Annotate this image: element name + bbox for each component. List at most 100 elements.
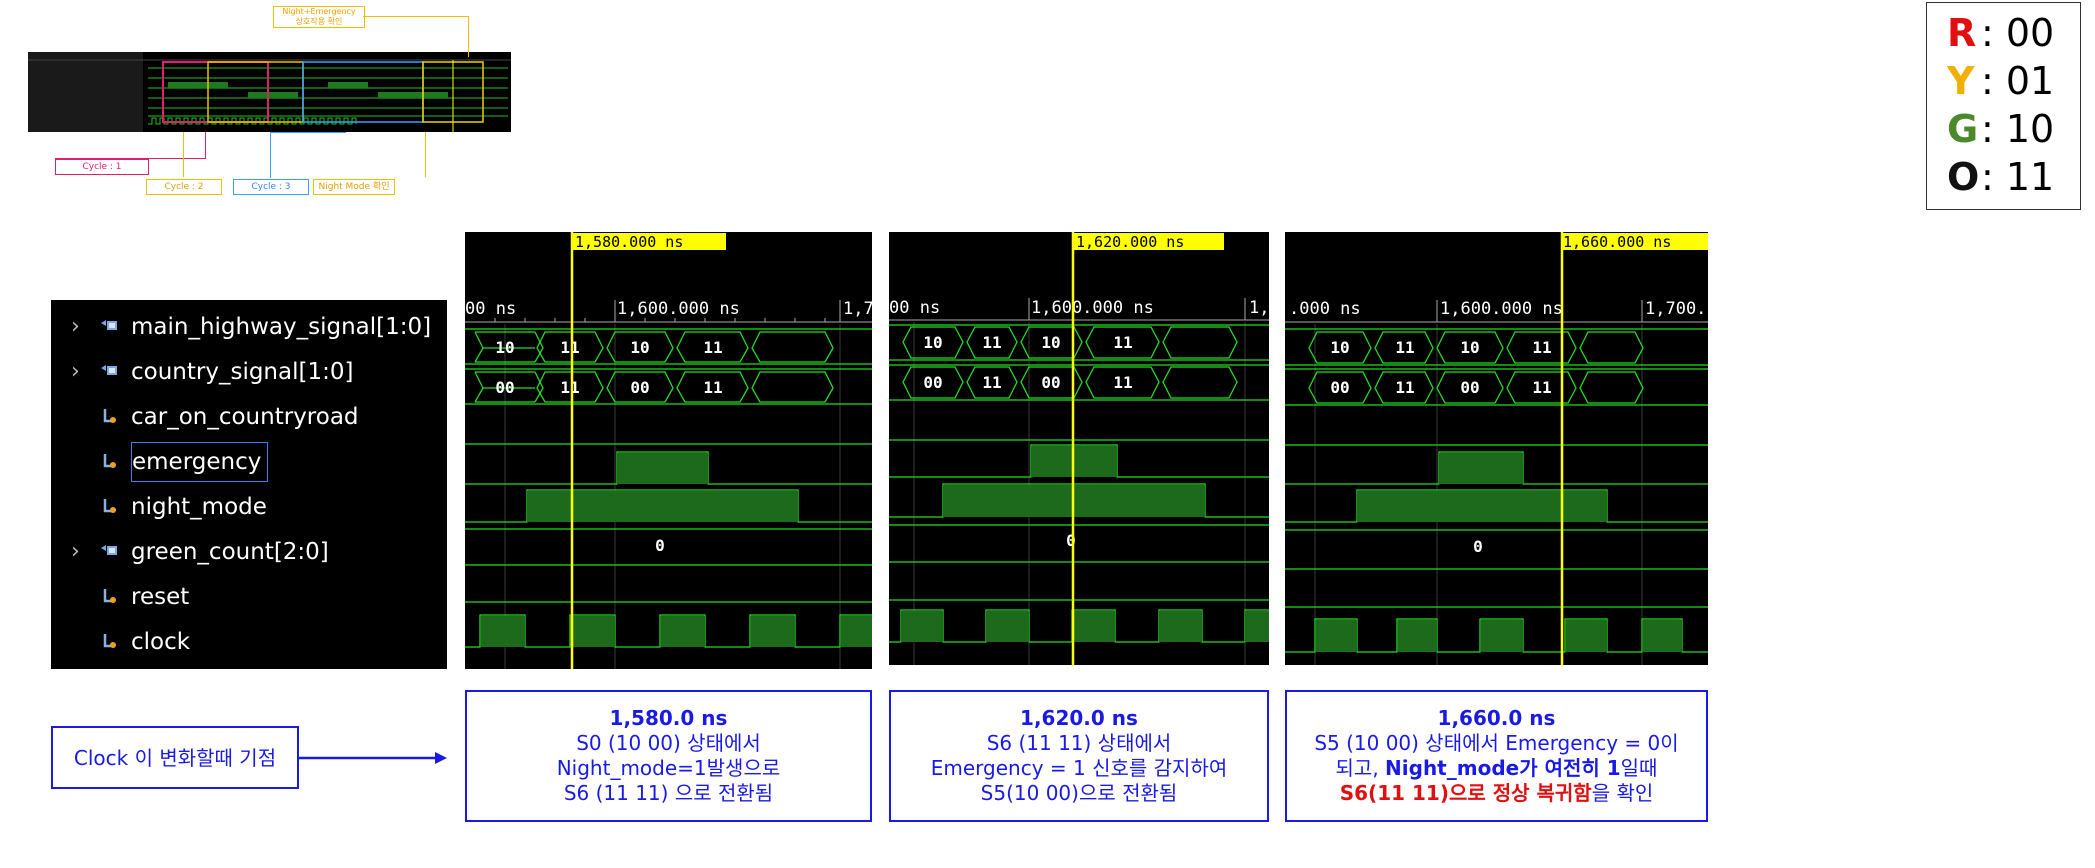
legend-letter: O [1947, 155, 1980, 199]
callout-connector [183, 132, 244, 177]
cursor-time-label: 1,660.000 ns [1563, 233, 1671, 251]
signal-name: reset [131, 584, 190, 610]
time-tick-label: 1,700. [1645, 299, 1706, 319]
description-line: 되고, Night_mode가 여전히 1일때 [1287, 756, 1706, 781]
signal-name: night_mode [131, 494, 267, 520]
signal-row-night-mode[interactable]: night_mode [51, 487, 447, 527]
description-line: S6 (11 11) 으로 전환됨 [563, 781, 774, 805]
green-count-value: 0 [655, 536, 665, 555]
signal-row-emergency[interactable]: emergency [51, 442, 447, 482]
callout-connector [345, 132, 426, 177]
wire-icon [103, 409, 116, 423]
bus-icon [101, 365, 117, 375]
description-time: 1,580.0 ns [609, 706, 728, 730]
bus-value: 10 [1330, 338, 1349, 357]
description-emphasis: Night_mode가 여전히 1 [1385, 756, 1621, 780]
bus-icon [101, 545, 117, 555]
legend-value: : 11 [1981, 155, 2055, 199]
legend-letter: Y [1947, 59, 1975, 103]
time-tick-label: 1,600.000 ns [1031, 298, 1154, 318]
arrow-right-icon [299, 752, 447, 764]
cursor-time-label: 1,620.000 ns [1076, 233, 1184, 251]
time-tick-label: 1,7 [843, 299, 872, 319]
green-count-value: 0 [1066, 531, 1076, 550]
callout-cycle-1: Cycle : 1 [55, 159, 149, 175]
signal-row-main-highway[interactable]: › main_highway_signal[1:0] [51, 307, 447, 347]
callout-cycle-3: Cycle : 3 [233, 179, 309, 195]
legend-value: : 00 [1981, 11, 2055, 55]
bus-value: 00 [1460, 378, 1479, 397]
signal-name-panel: › main_highway_signal[1:0] › country_sig… [51, 300, 447, 669]
legend-value: : 01 [1981, 59, 2055, 103]
callout-night-mode: Night Mode 확인 [313, 179, 395, 195]
bus-value: 00 [495, 378, 514, 397]
bus-value: 11 [703, 338, 722, 357]
bus-value: 10 [1460, 338, 1479, 357]
bus-icon [101, 320, 117, 330]
wire-icon [103, 589, 116, 603]
chevron-right-icon[interactable]: › [71, 307, 80, 347]
wire-icon [103, 499, 116, 513]
description-box-1: 1,580.0 ns S0 (10 00) 상태에서 Night_mode=1발… [465, 690, 872, 822]
signal-row-green-count[interactable]: › green_count[2:0] [51, 532, 447, 572]
description-text: 되고, [1335, 756, 1386, 780]
bus-value: 11 [560, 378, 579, 397]
signal-name: green_count[2:0] [131, 539, 329, 565]
description-time: 1,660.0 ns [1437, 706, 1556, 730]
bus-value: 00 [923, 373, 942, 392]
bus-value: 10 [1041, 333, 1060, 352]
time-tick-label: 00 ns [889, 298, 940, 318]
time-tick-label: 00 ns [465, 299, 516, 319]
signal-row-car-on-countryroad[interactable]: car_on_countryroad [51, 397, 447, 437]
description-time: 1,620.0 ns [1020, 706, 1138, 730]
overview-waveform [28, 52, 511, 132]
time-tick-label: 1, [1249, 298, 1269, 318]
bus-value: 11 [982, 373, 1001, 392]
wire-icon [103, 454, 116, 468]
bus-value: 11 [703, 378, 722, 397]
legend-row-o: O: 11 [1947, 153, 2080, 201]
description-line: Emergency = 1 신호를 감지하여 [930, 756, 1228, 780]
cursor-time-label: 1,580.000 ns [575, 233, 683, 251]
callout-connector [270, 132, 346, 178]
bus-value: 00 [630, 378, 649, 397]
signal-name: emergency [131, 442, 269, 482]
legend-row-g: G: 10 [1947, 105, 2080, 153]
legend-letter: G [1947, 107, 1979, 151]
legend-value: : 10 [1981, 107, 2055, 151]
signal-name: country_signal[1:0] [131, 359, 354, 385]
description-line: S6 (11 11) 상태에서 [986, 731, 1172, 755]
bus-value: 11 [1532, 378, 1551, 397]
green-count-value: 0 [1473, 537, 1483, 556]
bus-value: 11 [1395, 378, 1414, 397]
callout-cycle-2: Cycle : 2 [146, 179, 222, 195]
bus-value: 11 [1113, 373, 1132, 392]
description-line: S0 (10 00) 상태에서 [576, 731, 761, 755]
bus-value: 11 [560, 338, 579, 357]
time-tick-label: .000 ns [1289, 299, 1361, 319]
description-line: S5(10 00)으로 전환됨 [980, 781, 1178, 805]
callout-connector [363, 16, 469, 57]
bus-value: 00 [1041, 373, 1060, 392]
signal-name: clock [131, 629, 191, 655]
waveform-panel-2: 1,620.000 ns 00 ns 1,600.000 ns 1, 10 11… [889, 232, 1269, 665]
description-text: 일때 [1620, 756, 1658, 780]
callout-night-emergency: Night+Emergency 상호작용 확인 [273, 6, 365, 28]
state-code-legend: R: 00 Y: 01 G: 10 O: 11 [1926, 2, 2081, 210]
signal-row-country[interactable]: › country_signal[1:0] [51, 352, 447, 392]
signal-row-reset[interactable]: reset [51, 577, 447, 617]
waveform-panel-1: 1,580.000 ns 00 ns 1,600.000 ns 1,7 10 1… [465, 232, 872, 669]
bus-value: 11 [1113, 333, 1132, 352]
clock-edge-note: Clock 이 변화할때 기점 [51, 726, 299, 789]
description-highlight: S6(11 11)으로 정상 복귀함 [1339, 781, 1592, 805]
description-line: S6(11 11)으로 정상 복귀함을 확인 [1287, 781, 1706, 806]
chevron-right-icon[interactable]: › [71, 352, 80, 392]
signal-row-clock[interactable]: clock [51, 622, 447, 662]
time-tick-label: 1,600.000 ns [1440, 299, 1563, 319]
legend-row-r: R: 00 [1947, 9, 2080, 57]
description-line: S5 (10 00) 상태에서 Emergency = 0이 [1314, 731, 1679, 755]
chevron-right-icon[interactable]: › [71, 532, 80, 572]
bus-value: 11 [982, 333, 1001, 352]
time-tick-label: 1,600.000 ns [617, 299, 740, 319]
legend-letter: R [1947, 11, 1977, 55]
